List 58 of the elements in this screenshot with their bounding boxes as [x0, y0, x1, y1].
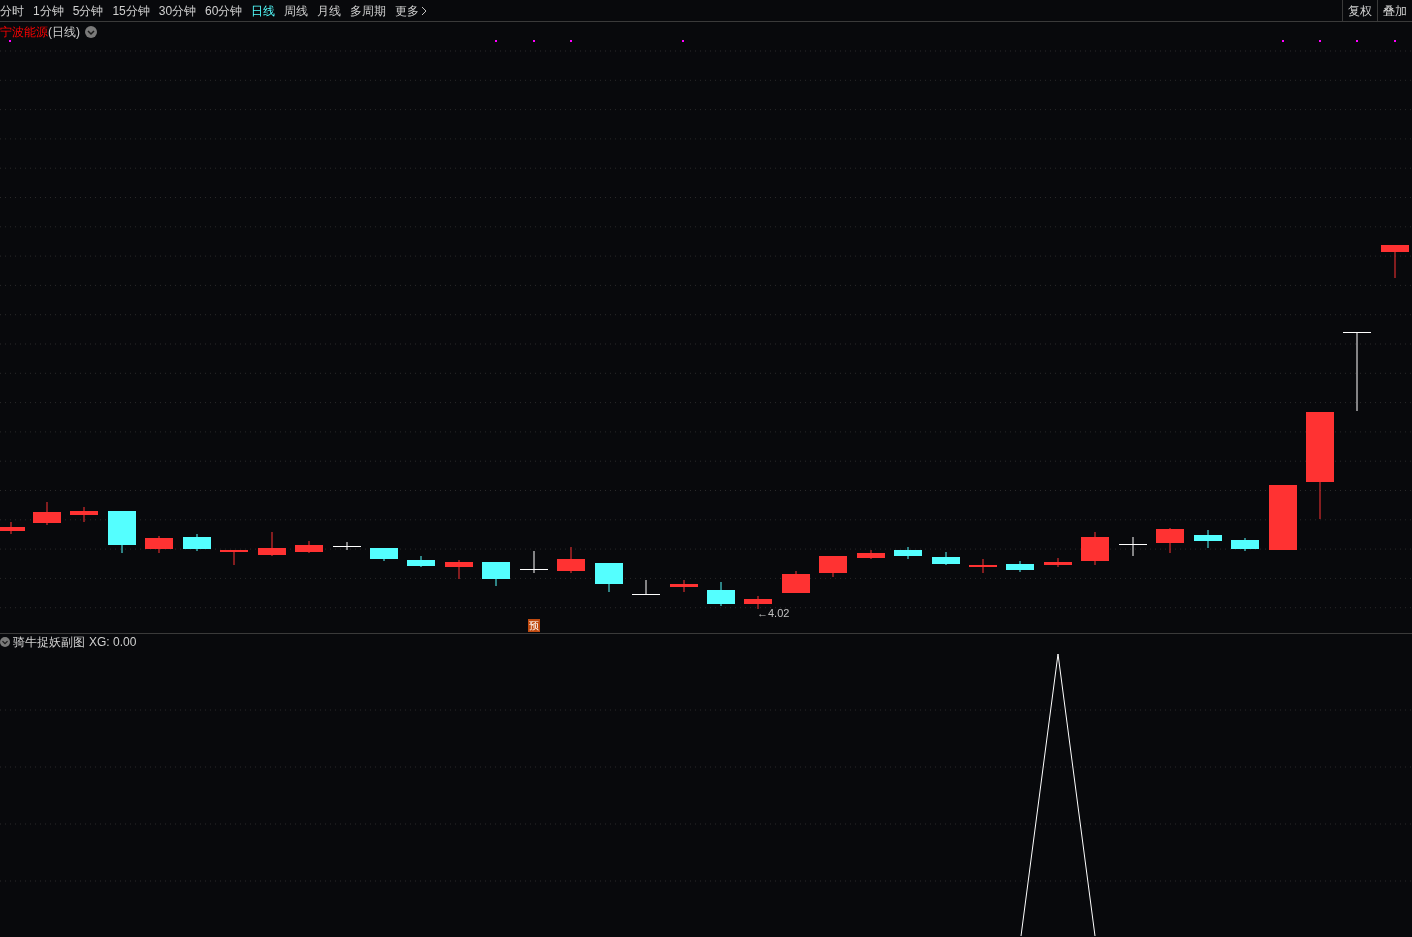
- period-tab[interactable]: 15分钟: [112, 1, 150, 20]
- candlestick: [632, 579, 660, 596]
- candlestick: [595, 562, 623, 593]
- candlestick: [145, 535, 173, 554]
- candlestick: [445, 559, 473, 580]
- candlestick: [744, 595, 772, 610]
- candlestick: [932, 551, 960, 566]
- candlestick: [969, 558, 997, 574]
- dropdown-icon[interactable]: [85, 26, 97, 38]
- period-tab[interactable]: 30分钟: [158, 1, 197, 20]
- forecast-marker: 预: [528, 619, 540, 632]
- candlestick: [707, 581, 735, 607]
- candlestick: [1081, 531, 1109, 566]
- candlestick: [333, 541, 361, 551]
- candlestick: [1006, 560, 1034, 573]
- candlestick: [370, 547, 398, 562]
- candlestick: [258, 531, 286, 557]
- period-tab[interactable]: 5分钟: [72, 1, 104, 20]
- period-tab[interactable]: 周线: [284, 1, 309, 20]
- candlestick: [220, 549, 248, 566]
- indicator-reading: XG: 0.00: [89, 634, 137, 651]
- candlestick: [108, 510, 136, 554]
- candlestick: [1269, 484, 1297, 551]
- chevron-right-icon: [421, 5, 428, 16]
- candlestick: [482, 561, 510, 587]
- candlestick: [0, 521, 25, 535]
- dropdown-icon[interactable]: [0, 637, 10, 647]
- candlestick: [857, 549, 885, 560]
- period-label: (日线): [48, 24, 80, 41]
- candlestick: [33, 501, 61, 526]
- period-tab[interactable]: 1分钟: [33, 1, 64, 20]
- stock-name: 宁波能源: [0, 24, 48, 41]
- toolbar-button[interactable]: 叠加: [1377, 0, 1412, 21]
- candlestick: [70, 506, 98, 523]
- period-tab[interactable]: 分时: [0, 1, 24, 20]
- candlestick: [1156, 527, 1184, 554]
- period-tab[interactable]: 60分钟: [205, 1, 243, 20]
- candlestick: [557, 546, 585, 574]
- candlestick: [819, 555, 847, 578]
- candlestick: [782, 570, 810, 594]
- candlestick: [520, 550, 548, 574]
- period-tab[interactable]: 日线: [251, 1, 276, 20]
- low-price-label: ←4.02: [757, 606, 790, 621]
- period-tab[interactable]: 多周期: [350, 1, 387, 20]
- toolbar-button[interactable]: 复权: [1342, 0, 1377, 21]
- candlestick: [1119, 536, 1147, 557]
- candlestick: [407, 555, 435, 568]
- candlestick: [1044, 557, 1072, 568]
- period-tab[interactable]: 月线: [317, 1, 342, 20]
- more-menu-button[interactable]: 更多: [395, 1, 428, 20]
- candlestick: [295, 540, 323, 554]
- candlestick: [1194, 529, 1222, 549]
- candlestick: [1381, 244, 1409, 279]
- candlestick: [894, 546, 922, 560]
- candlestick: [670, 579, 698, 593]
- indicator-name: 骑牛捉妖副图: [13, 634, 85, 651]
- candlestick: [183, 533, 211, 552]
- candlestick: [1231, 537, 1259, 552]
